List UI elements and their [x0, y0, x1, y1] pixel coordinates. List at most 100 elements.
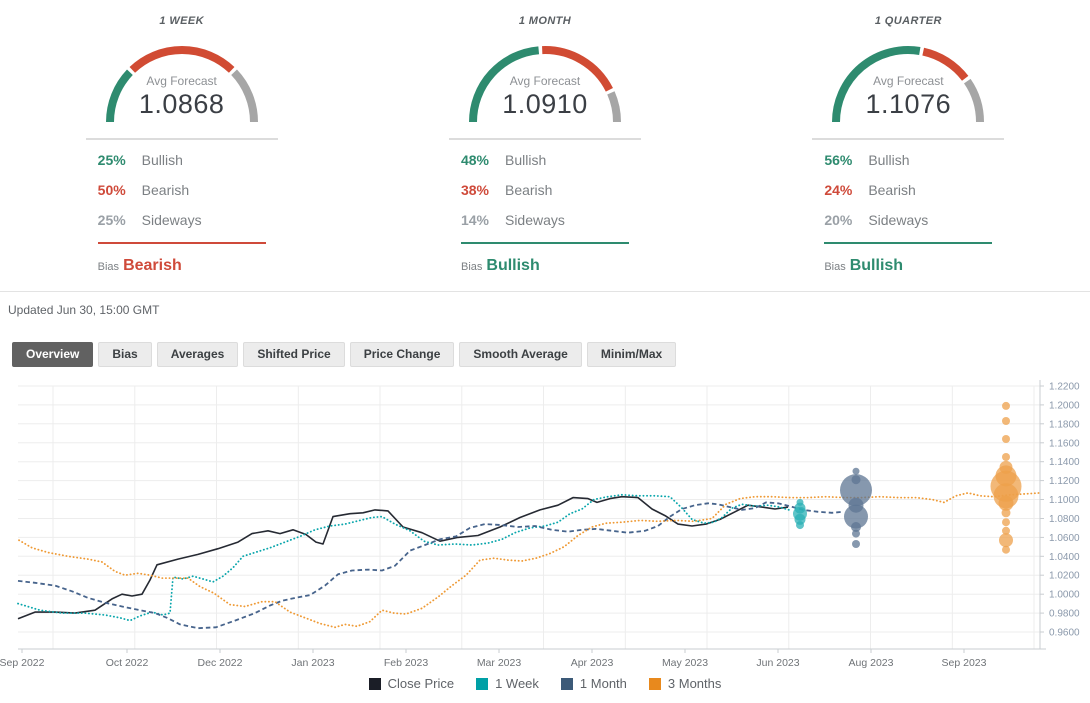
series-line-1-month	[18, 502, 843, 628]
bearish-label: Bearish	[868, 180, 915, 200]
svg-text:Sep 2022: Sep 2022	[0, 657, 45, 669]
avg-forecast-label: Avg Forecast	[97, 74, 267, 89]
tab-shifted-price[interactable]: Shifted Price	[243, 342, 344, 367]
bias-label: Bias	[461, 261, 482, 273]
svg-text:1.2200: 1.2200	[1049, 382, 1080, 393]
series-lines	[18, 493, 1040, 628]
avg-forecast-value: 1.0910	[460, 89, 630, 119]
forecast-column-1-month: 1 MONTH Avg Forecast 1.0910 48% Bullish …	[363, 14, 726, 275]
bullish-percent: 25%	[98, 150, 142, 170]
cluster-1-week	[793, 499, 807, 529]
legend-label: Close Price	[388, 676, 454, 691]
sideways-row: 14% Sideways	[461, 210, 629, 230]
svg-text:1.0800: 1.0800	[1049, 514, 1080, 525]
gauge-baseline	[812, 138, 1004, 140]
tab-bias[interactable]: Bias	[98, 342, 151, 367]
svg-text:1.1400: 1.1400	[1049, 457, 1080, 468]
legend-item-1-month[interactable]: 1 Month	[561, 676, 627, 691]
legend-item-close-price[interactable]: Close Price	[369, 676, 454, 691]
svg-text:Mar 2023: Mar 2023	[477, 657, 522, 669]
bullish-row: 25% Bullish	[98, 150, 266, 170]
sentiment-list: 56% Bullish 24% Bearish 20% Sideways Bia…	[824, 150, 992, 275]
svg-text:Oct 2022: Oct 2022	[106, 657, 149, 669]
svg-text:1.1000: 1.1000	[1049, 495, 1080, 506]
sideways-percent: 14%	[461, 210, 505, 230]
sideways-row: 20% Sideways	[824, 210, 992, 230]
gauge-text: Avg Forecast 1.0868	[97, 74, 267, 119]
bearish-label: Bearish	[142, 180, 189, 200]
bias-value: Bullish	[850, 257, 903, 274]
gridlines	[18, 386, 1040, 649]
avg-forecast-label: Avg Forecast	[823, 74, 993, 89]
bearish-row: 24% Bearish	[824, 180, 992, 200]
svg-text:0.9600: 0.9600	[1049, 628, 1080, 639]
chart-legend: Close Price 1 Week 1 Month 3 Months	[0, 676, 1090, 691]
gauge-text: Avg Forecast 1.0910	[460, 74, 630, 119]
sentiment-list: 48% Bullish 38% Bearish 14% Sideways Bia…	[461, 150, 629, 275]
section-divider	[0, 291, 1090, 292]
bullish-label: Bullish	[142, 150, 183, 170]
gauge-title: 1 QUARTER	[727, 14, 1090, 28]
legend-item-3-months[interactable]: 3 Months	[649, 676, 721, 691]
avg-forecast-label: Avg Forecast	[460, 74, 630, 89]
bearish-row: 50% Bearish	[98, 180, 266, 200]
gauge-title: 1 WEEK	[0, 14, 363, 28]
bullish-label: Bullish	[505, 150, 546, 170]
sideways-row: 25% Sideways	[98, 210, 266, 230]
one-week-swatch-icon	[476, 678, 488, 690]
legend-item-1-week[interactable]: 1 Week	[476, 676, 539, 691]
cluster-1-month	[840, 468, 872, 548]
svg-text:Jan 2023: Jan 2023	[291, 657, 334, 669]
bullish-percent: 48%	[461, 150, 505, 170]
forecast-column-1-quarter: 1 QUARTER Avg Forecast 1.1076 56% Bullis…	[727, 14, 1090, 275]
gauge-title: 1 MONTH	[363, 14, 726, 28]
legend-label: 3 Months	[668, 676, 721, 691]
svg-text:Sep 2023: Sep 2023	[942, 657, 987, 669]
bullish-percent: 56%	[824, 150, 868, 170]
series-line-1-week	[18, 495, 792, 621]
tab-minim-max[interactable]: Minim/Max	[587, 342, 676, 367]
bullish-row: 56% Bullish	[824, 150, 992, 170]
svg-text:1.1600: 1.1600	[1049, 438, 1080, 449]
forecast-poll-section: 1 WEEK Avg Forecast 1.0868 25% Bullish 5…	[0, 14, 1090, 275]
forecast-column-1-week: 1 WEEK Avg Forecast 1.0868 25% Bullish 5…	[0, 14, 363, 275]
forecast-underline	[461, 242, 629, 244]
bias-value: Bearish	[123, 257, 182, 274]
svg-text:Feb 2023: Feb 2023	[384, 657, 429, 669]
x-axis-labels: Sep 2022 Oct 2022 Dec 2022 Jan 2023 Feb 2023…	[0, 657, 987, 669]
sideways-label: Sideways	[868, 210, 928, 230]
tab-overview[interactable]: Overview	[12, 342, 93, 367]
gauge-baseline	[449, 138, 641, 140]
gauge-1-quarter: Avg Forecast 1.1076	[823, 34, 993, 128]
svg-text:Apr 2023: Apr 2023	[571, 657, 614, 669]
bearish-percent: 38%	[461, 180, 505, 200]
forecast-underline	[824, 242, 992, 244]
svg-text:1.0400: 1.0400	[1049, 552, 1080, 563]
gauge-text: Avg Forecast 1.1076	[823, 74, 993, 119]
three-months-swatch-icon	[649, 678, 661, 690]
tab-price-change[interactable]: Price Change	[350, 342, 455, 367]
tab-averages[interactable]: Averages	[157, 342, 239, 367]
bearish-percent: 24%	[824, 180, 868, 200]
avg-forecast-value: 1.1076	[823, 89, 993, 119]
svg-text:Dec 2022: Dec 2022	[198, 657, 243, 669]
forecast-underline	[98, 242, 266, 244]
svg-text:1.2000: 1.2000	[1049, 400, 1080, 411]
legend-label: 1 Month	[580, 676, 627, 691]
one-month-swatch-icon	[561, 678, 573, 690]
close-price-swatch-icon	[369, 678, 381, 690]
legend-label: 1 Week	[495, 676, 539, 691]
svg-text:1.1800: 1.1800	[1049, 419, 1080, 430]
sideways-label: Sideways	[505, 210, 565, 230]
bearish-row: 38% Bearish	[461, 180, 629, 200]
forecast-overview-chart: 1.22001.20001.18001.16001.14001.12001.10…	[0, 378, 1090, 674]
gauge-1-week: Avg Forecast 1.0868	[97, 34, 267, 128]
tab-smooth-average[interactable]: Smooth Average	[459, 342, 581, 367]
sideways-percent: 25%	[98, 210, 142, 230]
sentiment-list: 25% Bullish 50% Bearish 25% Sideways Bia…	[98, 150, 266, 275]
svg-text:1.0600: 1.0600	[1049, 533, 1080, 544]
bullish-label: Bullish	[868, 150, 909, 170]
avg-forecast-value: 1.0868	[97, 89, 267, 119]
bias-row: BiasBullish	[461, 257, 629, 275]
forecast-dot-clusters	[793, 402, 1022, 554]
